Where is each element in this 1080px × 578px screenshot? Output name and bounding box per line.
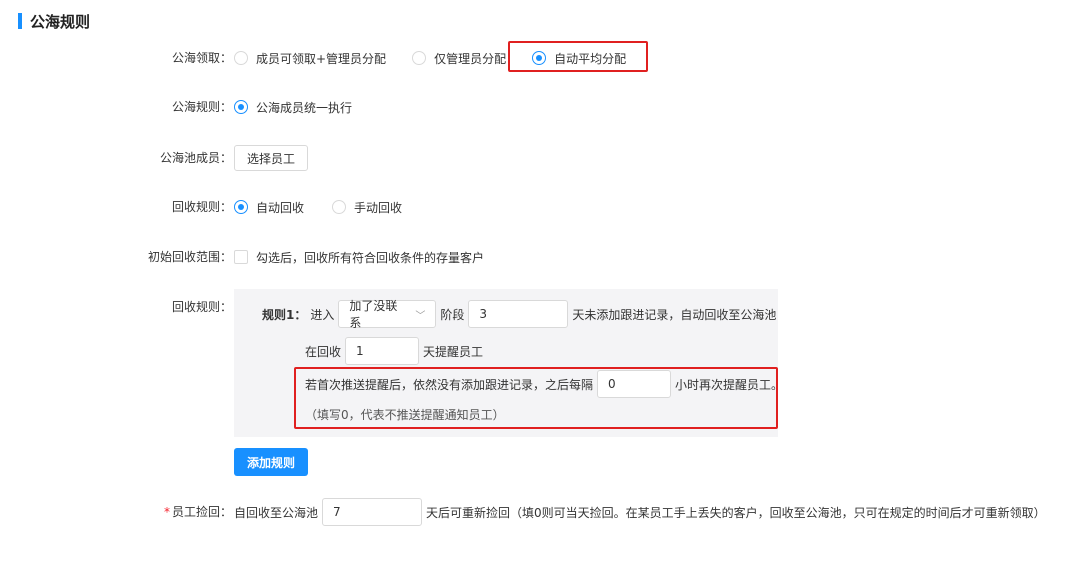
radio-label: 自动回收 bbox=[256, 200, 305, 215]
members-label: 公海池成员： bbox=[159, 151, 232, 165]
radio-label: 手动回收 bbox=[354, 200, 403, 215]
radio-label: 成员可领取+管理员分配 bbox=[256, 51, 387, 66]
claim-label: 公海领取： bbox=[171, 51, 232, 65]
recycle-mode-radio-group: 自动回收 手动回收 bbox=[234, 195, 424, 219]
section-header: 公海规则 bbox=[18, 12, 91, 31]
stage-select[interactable]: 加了没联系 ﹀ bbox=[338, 299, 437, 330]
pickup-label: * 员工捡回： bbox=[0, 504, 232, 520]
add-rule-button[interactable]: 添加规则 bbox=[234, 448, 309, 476]
required-mark: * bbox=[163, 505, 170, 519]
section-title: 公海规则 bbox=[30, 12, 91, 31]
highlight-box-repeat-reminder bbox=[294, 367, 778, 429]
radio-label: 公海成员统一执行 bbox=[256, 100, 353, 115]
days-input[interactable]: 3 bbox=[468, 300, 569, 328]
highlight-box-auto-average bbox=[508, 41, 648, 72]
radio-label: 仅管理员分配 bbox=[434, 51, 507, 66]
rule-radio-group: 公海成员统一执行 bbox=[234, 95, 374, 119]
members-row: 选择员工 bbox=[234, 145, 309, 171]
radio-icon bbox=[332, 200, 347, 214]
radio-icon bbox=[412, 51, 427, 65]
initial-scope-text: 勾选后，回收所有符合回收条件的存量客户 bbox=[256, 250, 485, 265]
rule1-days-suffix: 天未添加跟进记录，自动回收至公海池 bbox=[572, 307, 777, 322]
rule1-row: 规则1： 进入 加了没联系 ﹀ 阶段 3 天未添加跟进记录，自动回收至公海池 bbox=[262, 299, 777, 330]
pickup-row: 自回收至公海池 7 天后可重新捡回（填0则可当天捡回。在某员工手上丢失的客户，回… bbox=[234, 498, 1046, 526]
radio-checked-icon bbox=[234, 100, 248, 114]
rule-label: 公海规则： bbox=[171, 100, 232, 114]
pickup-days-input[interactable]: 7 bbox=[322, 498, 423, 526]
pickup-label-text: 员工捡回： bbox=[171, 505, 232, 519]
recycle-mode-label: 回收规则： bbox=[171, 200, 232, 214]
chevron-down-icon: ﹀ bbox=[415, 310, 426, 322]
pickup-suffix: 天后可重新捡回（填0则可当天捡回。在某员工手上丢失的客户，回收至公海池，只可在规… bbox=[426, 505, 1046, 520]
recycle-rules-label: 回收规则： bbox=[171, 300, 232, 314]
initial-scope-checkbox[interactable] bbox=[234, 250, 248, 264]
claim-option-admin-only[interactable]: 仅管理员分配 bbox=[412, 50, 506, 67]
rule1-enter-text: 进入 bbox=[310, 307, 335, 322]
radio-checked-icon bbox=[234, 200, 248, 214]
select-employees-button[interactable]: 选择员工 bbox=[234, 145, 309, 171]
radio-icon bbox=[234, 51, 248, 65]
stage-select-value: 加了没联系 bbox=[349, 299, 398, 330]
claim-option-member-and-admin[interactable]: 成员可领取+管理员分配 bbox=[234, 50, 386, 67]
recycle-option-manual[interactable]: 手动回收 bbox=[332, 199, 402, 216]
rule-option-unified[interactable]: 公海成员统一执行 bbox=[234, 99, 352, 116]
initial-scope-label: 初始回收范围： bbox=[147, 250, 232, 264]
remind-row: 在回收 1 天提醒员工 bbox=[305, 337, 483, 365]
initial-scope-row: 勾选后，回收所有符合回收条件的存量客户 bbox=[234, 245, 484, 269]
recycle-option-auto[interactable]: 自动回收 bbox=[234, 199, 304, 216]
remind-prefix: 在回收 bbox=[305, 344, 342, 359]
add-rule-row: 添加规则 bbox=[234, 448, 309, 476]
pickup-prefix: 自回收至公海池 bbox=[234, 505, 319, 520]
remind-days-input[interactable]: 1 bbox=[345, 337, 420, 365]
rule1-prefix: 规则1： bbox=[262, 307, 307, 322]
section-accent-bar bbox=[18, 13, 22, 29]
rule1-stage-text: 阶段 bbox=[440, 307, 465, 322]
remind-suffix: 天提醒员工 bbox=[423, 344, 484, 359]
